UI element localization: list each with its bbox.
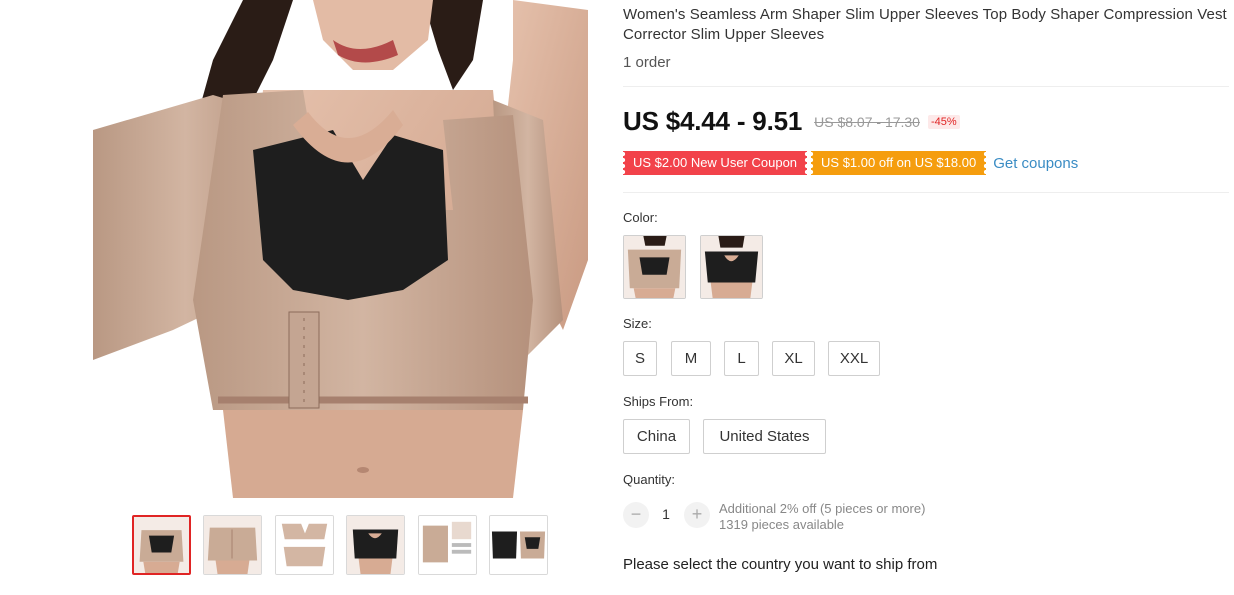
ships-from-united-states[interactable]: United States bbox=[703, 419, 826, 454]
discount-badge: -45% bbox=[927, 114, 960, 129]
quantity-increment-button[interactable]: + bbox=[684, 502, 710, 528]
size-option-l[interactable]: L bbox=[724, 341, 759, 376]
main-product-image[interactable] bbox=[93, 0, 588, 498]
divider bbox=[623, 192, 1229, 193]
new-user-coupon[interactable]: US $2.00 New User Coupon bbox=[623, 151, 808, 175]
coupon-row: US $2.00 New User Coupon US $1.00 off on… bbox=[623, 151, 1078, 175]
stock-available: 1319 pieces available bbox=[719, 517, 845, 532]
color-option-black[interactable] bbox=[700, 235, 763, 299]
original-price: US $8.07 - 17.30 bbox=[814, 113, 920, 130]
size-option-xl[interactable]: XL bbox=[772, 341, 815, 376]
store-coupon[interactable]: US $1.00 off on US $18.00 bbox=[811, 151, 987, 175]
ships-from-china[interactable]: China bbox=[623, 419, 690, 454]
get-coupons-link[interactable]: Get coupons bbox=[993, 155, 1078, 172]
color-label: Color: bbox=[623, 210, 658, 225]
quantity-value[interactable]: 1 bbox=[659, 506, 673, 522]
ships-from-label: Ships From: bbox=[623, 394, 694, 409]
model-photo bbox=[93, 0, 588, 498]
bulk-discount-note: Additional 2% off (5 pieces or more) bbox=[719, 501, 926, 516]
nude-shaper-photo-icon bbox=[624, 236, 685, 298]
shipping-message: Please select the country you want to sh… bbox=[623, 556, 938, 573]
thumbnail-black-front[interactable] bbox=[346, 515, 405, 575]
order-count: 1 order bbox=[623, 54, 671, 71]
divider bbox=[623, 86, 1229, 87]
thumbnail-flat-lay[interactable] bbox=[275, 515, 334, 575]
size-label: Size: bbox=[623, 316, 652, 331]
size-option-m[interactable]: M bbox=[671, 341, 711, 376]
quantity-decrement-button[interactable]: − bbox=[623, 502, 649, 528]
thumbnail-size-chart[interactable] bbox=[418, 515, 477, 575]
black-shaper-photo-icon bbox=[701, 236, 762, 298]
size-option-s[interactable]: S bbox=[623, 341, 657, 376]
quantity-label: Quantity: bbox=[623, 472, 676, 487]
color-option-nude[interactable] bbox=[623, 235, 686, 299]
thumbnail-front-view[interactable] bbox=[132, 515, 191, 575]
size-option-xxl[interactable]: XXL bbox=[828, 341, 880, 376]
current-price: US $4.44 - 9.51 bbox=[623, 106, 803, 136]
product-title: Women's Seamless Arm Shaper Slim Upper S… bbox=[623, 6, 1227, 43]
price-row: US $4.44 - 9.51 US $8.07 - 17.30 -45% bbox=[623, 106, 960, 137]
thumbnail-comparison[interactable] bbox=[489, 515, 548, 575]
thumbnail-back-view[interactable] bbox=[203, 515, 262, 575]
